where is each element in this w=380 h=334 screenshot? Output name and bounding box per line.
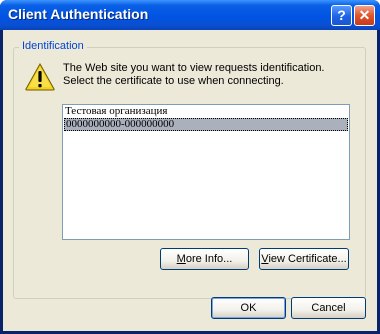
window-title: Client Authentication: [8, 6, 149, 22]
help-button[interactable]: ?: [331, 5, 352, 26]
more-info-mnemonic: M: [176, 253, 186, 265]
certificate-list-item[interactable]: Тестовая организация: [63, 105, 349, 118]
client-authentication-dialog: Client Authentication ? ✕ Identification…: [0, 0, 380, 334]
message-line-1: The Web site you want to view requests i…: [63, 62, 325, 74]
view-certificate-button[interactable]: View Certificate...: [259, 248, 349, 270]
more-info-button[interactable]: More Info...: [160, 248, 249, 270]
identification-group-label: Identification: [19, 40, 87, 52]
warning-icon: [25, 62, 55, 96]
help-icon: ?: [337, 7, 346, 23]
certificate-list[interactable]: Тестовая организация 0000000000-00000000…: [62, 104, 350, 240]
ok-button[interactable]: OK: [211, 297, 286, 319]
close-icon: ✕: [358, 7, 371, 23]
view-certificate-label: iew Certificate...: [268, 253, 347, 265]
close-button[interactable]: ✕: [354, 5, 375, 26]
cancel-button[interactable]: Cancel: [291, 297, 366, 319]
certificate-list-item-selected[interactable]: 0000000000-000000000: [64, 118, 348, 131]
request-message: The Web site you want to view requests i…: [63, 62, 353, 88]
title-bar[interactable]: Client Authentication ? ✕: [0, 0, 380, 30]
more-info-label: ore Info...: [185, 253, 233, 265]
message-line-2: Select the certificate to use when conne…: [63, 75, 284, 87]
dialog-body: Identification The Web site you want to …: [3, 30, 377, 331]
